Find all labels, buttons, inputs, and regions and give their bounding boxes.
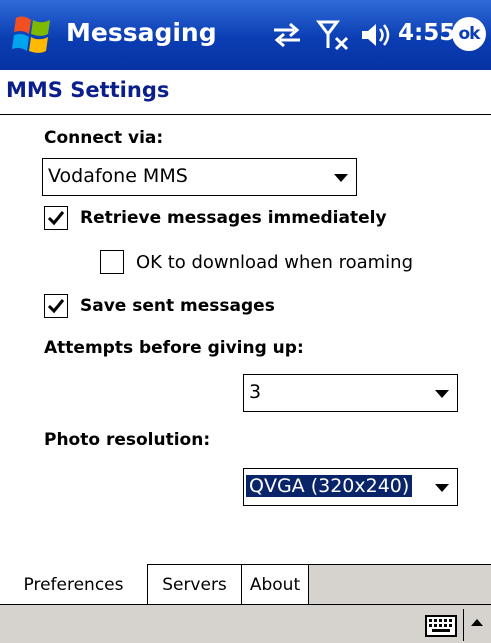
- save-sent-checkbox[interactable]: [44, 294, 68, 318]
- tab-preferences[interactable]: Preferences: [0, 564, 148, 605]
- tab-servers[interactable]: Servers: [148, 565, 242, 605]
- checkmark-icon: [47, 299, 65, 314]
- sync-arrows-icon[interactable]: [270, 20, 304, 50]
- page-title: MMS Settings: [6, 78, 170, 102]
- attempts-value: 3: [249, 381, 262, 403]
- clock[interactable]: 4:55: [398, 20, 455, 46]
- attempts-label: Attempts before giving up:: [44, 338, 304, 358]
- sip-divider: [463, 609, 464, 641]
- connect-via-dropdown[interactable]: Vodafone MMS: [42, 158, 357, 196]
- app-title: Messaging: [66, 18, 217, 47]
- menu-bar: [0, 604, 491, 643]
- attempts-dropdown[interactable]: 3: [243, 374, 458, 412]
- speaker-icon[interactable]: [360, 20, 392, 50]
- tab-about[interactable]: About: [242, 565, 309, 605]
- page-header: MMS Settings: [0, 70, 491, 115]
- photo-resolution-dropdown[interactable]: QVGA (320x240): [243, 468, 458, 506]
- no-signal-icon[interactable]: [316, 18, 352, 52]
- checkmark-icon: [47, 211, 65, 226]
- keyboard-icon[interactable]: [425, 615, 457, 637]
- photo-resolution-label: Photo resolution:: [44, 430, 211, 450]
- photo-resolution-value: QVGA (320x240): [246, 475, 413, 497]
- tab-strip: Preferences Servers About: [0, 564, 491, 605]
- ok-button[interactable]: ok: [452, 17, 486, 51]
- retrieve-immediately-label[interactable]: Retrieve messages immediately: [80, 208, 387, 228]
- chevron-down-icon: [435, 390, 449, 398]
- retrieve-immediately-checkbox[interactable]: [44, 206, 68, 230]
- roaming-label[interactable]: OK to download when roaming: [136, 252, 413, 273]
- pocketpc-screen: Messaging 4:55 ok MMS Settings Connect v…: [0, 0, 491, 643]
- save-sent-label[interactable]: Save sent messages: [80, 296, 275, 316]
- windows-flag-icon[interactable]: [10, 12, 56, 58]
- chevron-down-icon: [435, 484, 449, 492]
- chevron-down-icon: [334, 174, 348, 182]
- connect-via-value: Vodafone MMS: [48, 165, 188, 187]
- chevron-up-icon[interactable]: [471, 619, 483, 626]
- roaming-checkbox[interactable]: [100, 250, 124, 274]
- title-bar: Messaging 4:55 ok: [0, 0, 491, 70]
- tab-strip-filler: [309, 565, 491, 605]
- connect-via-label: Connect via:: [44, 128, 164, 148]
